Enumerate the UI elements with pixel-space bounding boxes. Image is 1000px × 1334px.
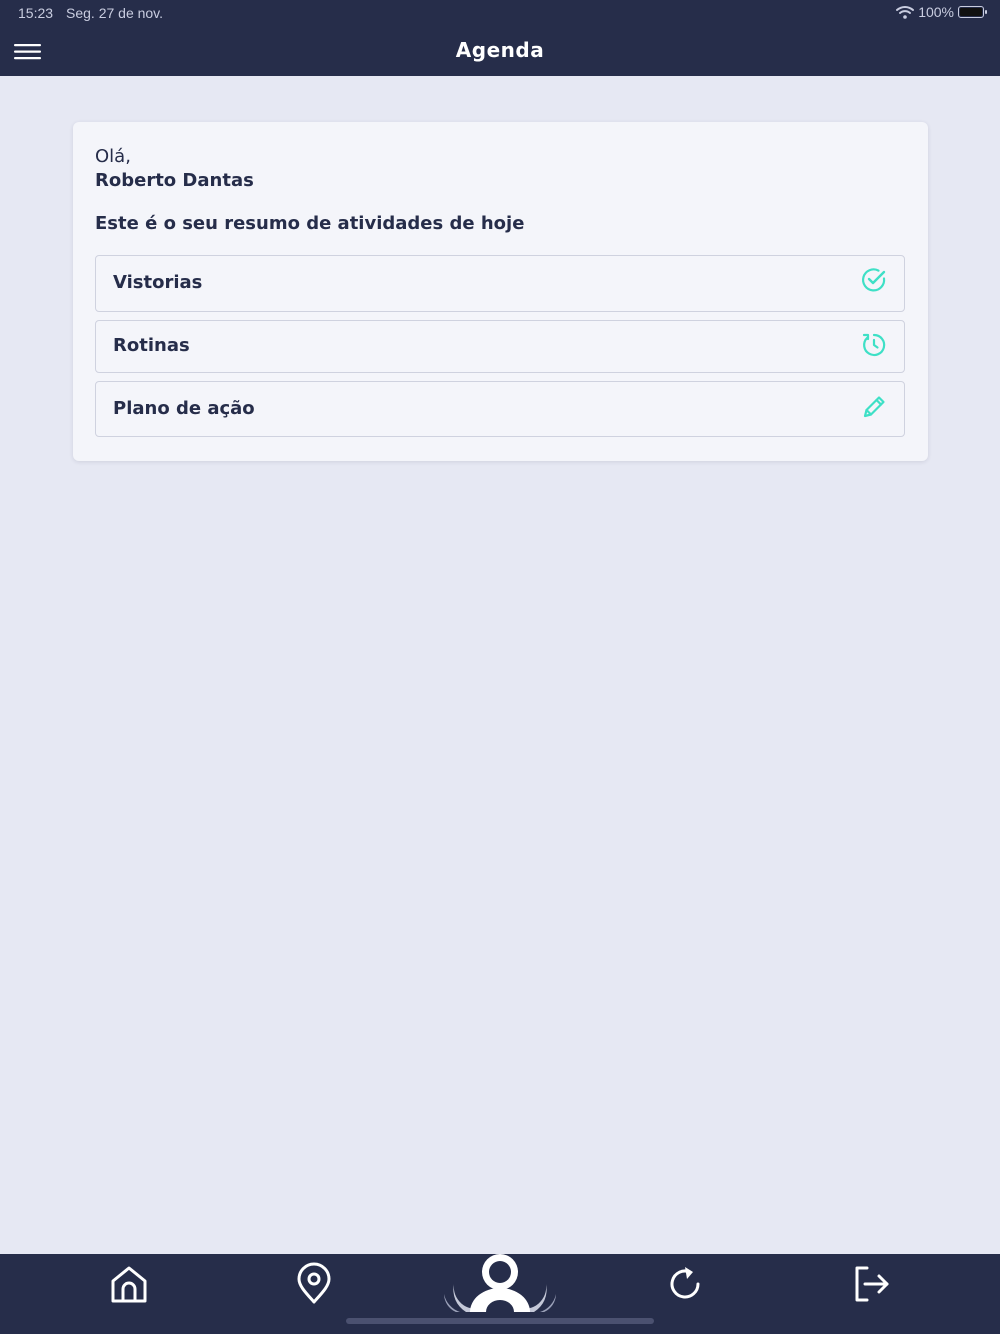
map-pin-icon [297,1262,331,1304]
logout-icon [855,1266,889,1302]
refresh-icon [670,1267,700,1299]
status-right: 100% [896,4,987,20]
rotinas-label: Rotinas [113,335,190,356]
status-time: 15:23 [18,5,54,21]
wifi-icon [896,6,915,19]
vistorias-label: Vistorias [113,272,203,293]
battery-percent: 100% [918,4,954,20]
summary-card: Olá, Roberto Dantas Este é o seu resumo … [73,122,928,461]
plano-de-acao-item[interactable]: Plano de ação [95,381,905,437]
status-bar: 15:23 Seg. 27 de nov. 100% [0,0,1000,26]
summary-heading: Este é o seu resumo de atividades de hoj… [95,213,525,234]
rotinas-item[interactable]: Rotinas [95,320,905,373]
plano-de-acao-label: Plano de ação [113,398,255,419]
profile-logo-icon [444,1254,556,1314]
nav-logout-button[interactable] [849,1262,893,1306]
clock-icon [862,333,886,357]
nav-profile-button[interactable] [440,1254,560,1314]
user-name: Roberto Dantas [95,170,254,191]
vistorias-item[interactable]: Vistorias [95,255,905,312]
status-date: Seg. 27 de nov. [66,5,164,21]
nav-map-button[interactable] [292,1262,336,1306]
home-indicator [346,1318,654,1324]
check-circle-icon [862,268,886,292]
page-title: Agenda [455,38,545,62]
top-bar: 15:23 Seg. 27 de nov. 100% Agenda [0,0,1000,76]
nav-home-button[interactable] [107,1262,151,1306]
greeting-text: Olá, [95,146,131,167]
nav-refresh-button[interactable] [663,1262,707,1306]
home-icon [111,1266,147,1303]
battery-icon [958,6,987,18]
pencil-icon [863,396,885,418]
